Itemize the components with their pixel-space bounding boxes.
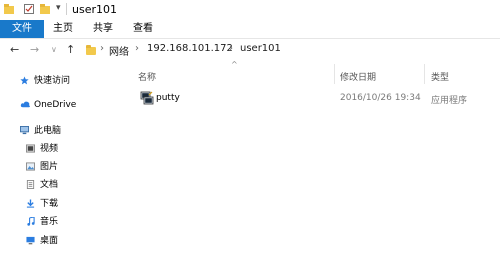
file-type: 应用程序: [431, 96, 468, 106]
sidebar-item-onedrive[interactable]: OneDrive: [20, 97, 120, 113]
sidebar-item-quick-access[interactable]: 快速访问: [20, 73, 120, 89]
breadcrumb-host[interactable]: 192.168.101.172: [147, 43, 233, 54]
music-icon: [27, 217, 35, 226]
sidebar-label: 文档: [40, 180, 59, 190]
back-arrow-icon[interactable]: ←: [10, 43, 19, 56]
column-headers: ^ 名称 修改日期 类型: [128, 60, 500, 84]
navigation-bar: ← → ∨ ↑ › 网络 › 192.168.101.172 › user101: [0, 38, 500, 62]
recent-locations-icon[interactable]: ∨: [51, 45, 57, 54]
window-title: user101: [72, 3, 117, 16]
sidebar-label: 桌面: [40, 236, 59, 246]
sidebar-item-pictures[interactable]: 图片: [26, 159, 116, 175]
sidebar-label: 快速访问: [34, 76, 71, 86]
address-bar[interactable]: › 网络 › 192.168.101.172 › user101: [82, 41, 498, 59]
sidebar-item-music[interactable]: 音乐: [26, 214, 116, 230]
file-row[interactable]: putty 2016/10/26 19:34 应用程序: [128, 90, 500, 108]
customize-toolbar-icon[interactable]: ▾: [56, 3, 61, 13]
sidebar-label: 此电脑: [34, 126, 62, 136]
sidebar-item-videos[interactable]: 视频: [26, 141, 116, 157]
chevron-right-icon[interactable]: ›: [135, 43, 139, 54]
ribbon: 文件 主页 共享 查看: [0, 20, 500, 39]
download-icon: [26, 199, 35, 208]
tab-file[interactable]: 文件: [0, 20, 44, 38]
chevron-right-icon[interactable]: ›: [100, 43, 104, 54]
properties-icon[interactable]: [24, 4, 34, 14]
tab-view[interactable]: 查看: [128, 20, 158, 38]
chevron-right-icon[interactable]: ›: [229, 43, 233, 54]
sidebar-item-this-pc[interactable]: 此电脑: [20, 123, 120, 139]
forward-arrow-icon[interactable]: →: [30, 43, 39, 56]
network-icon: [86, 45, 96, 55]
title-separator: [66, 3, 67, 15]
navigation-pane: 快速访问 OneDrive 此电脑 视频 图片 文档 下载 音乐 桌面: [0, 62, 128, 273]
sort-ascending-icon: ^: [231, 60, 238, 69]
column-header-date[interactable]: 修改日期: [340, 70, 376, 83]
sidebar-label: 音乐: [40, 217, 59, 227]
putty-app-icon: [140, 91, 154, 105]
tab-home[interactable]: 主页: [48, 20, 78, 38]
breadcrumb-network[interactable]: 网络: [109, 43, 129, 58]
desktop-icon: [26, 236, 35, 245]
column-header-type[interactable]: 类型: [431, 70, 449, 83]
sidebar-label: OneDrive: [34, 100, 77, 110]
sidebar-label: 下载: [40, 199, 59, 209]
star-icon: [20, 76, 29, 85]
file-modified-date: 2016/10/26 19:34: [340, 93, 421, 103]
tab-share[interactable]: 共享: [88, 20, 118, 38]
picture-icon: [26, 162, 35, 171]
file-name: putty: [156, 93, 180, 103]
column-divider[interactable]: [334, 64, 335, 84]
column-header-name[interactable]: 名称: [138, 70, 156, 83]
new-folder-icon[interactable]: [40, 4, 50, 14]
title-bar: ▾ user101: [0, 0, 500, 20]
document-icon: [26, 180, 35, 189]
computer-icon: [20, 126, 29, 135]
cloud-icon: [20, 101, 30, 108]
folder-icon: [4, 4, 14, 14]
column-divider[interactable]: [424, 64, 425, 84]
sidebar-item-desktop[interactable]: 桌面: [26, 233, 116, 249]
sidebar-label: 视频: [40, 144, 59, 154]
sidebar-item-downloads[interactable]: 下载: [26, 196, 116, 212]
video-icon: [26, 144, 35, 153]
sidebar-item-documents[interactable]: 文档: [26, 177, 116, 193]
up-arrow-icon[interactable]: ↑: [66, 43, 75, 56]
breadcrumb-user101[interactable]: user101: [240, 43, 281, 54]
sidebar-label: 图片: [40, 162, 59, 172]
